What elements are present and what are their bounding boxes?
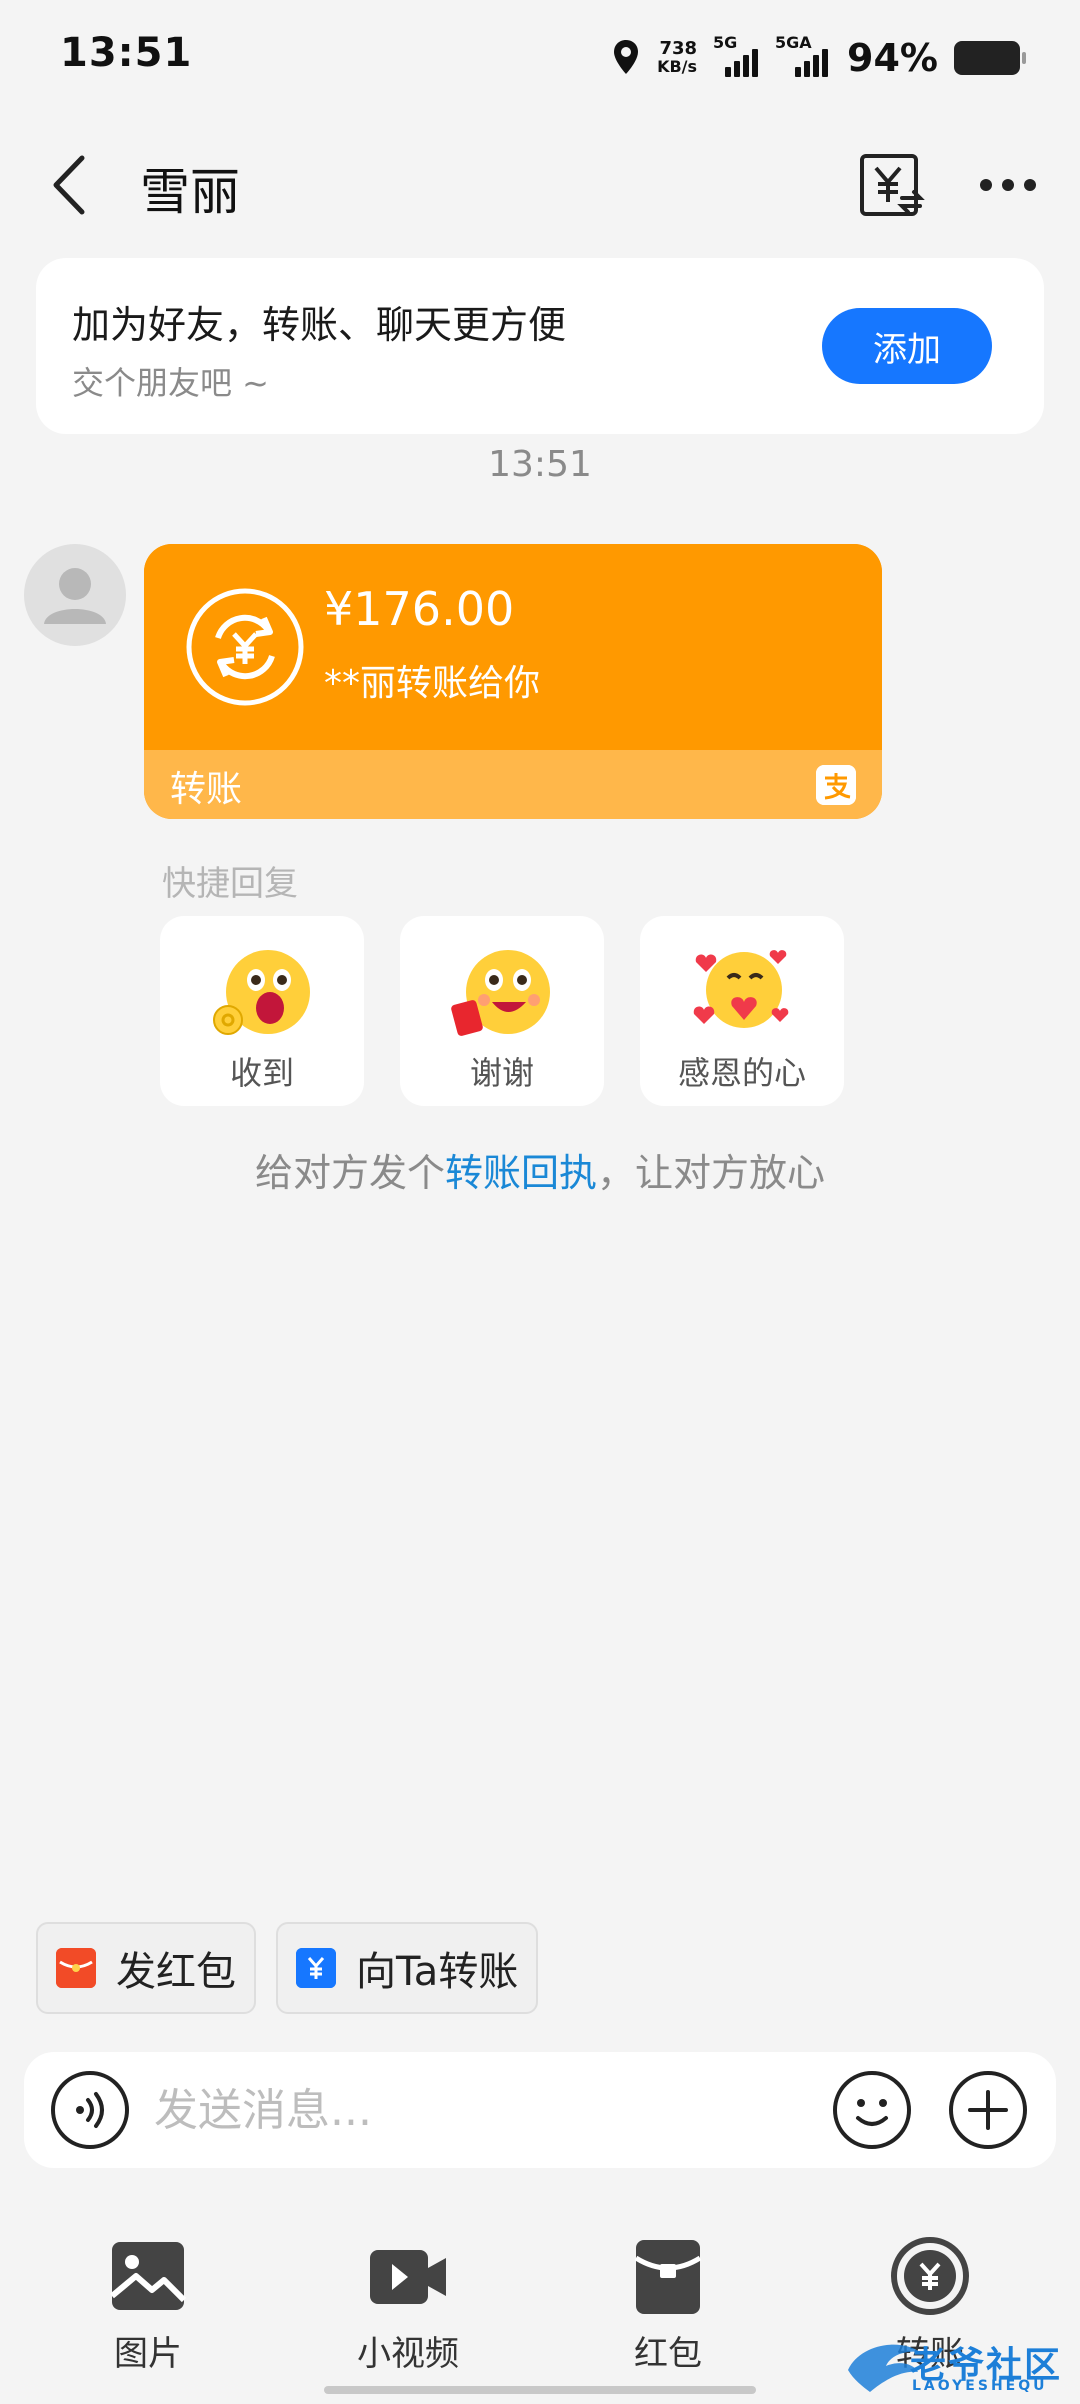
chat-header: 雪丽 — [0, 130, 1080, 240]
transfer-card-footer: 转账 — [144, 750, 882, 819]
status-indicators: 738 KB/s 5G 5GA 94% — [611, 30, 1026, 86]
signal-5ga-label: 5GA — [775, 33, 812, 52]
chat-title: 雪丽 — [140, 163, 240, 221]
add-friend-title: 加为好友，转账、聊天更方便 — [72, 303, 567, 347]
network-speed-unit: KB/s — [657, 57, 698, 76]
signal-5g-icon: 5G — [713, 33, 759, 77]
toolbar-video[interactable]: 小视频 — [308, 2226, 508, 2386]
yuan-exchange-icon[interactable] — [856, 150, 926, 220]
transfer-icon — [891, 2237, 969, 2315]
video-icon — [370, 2250, 446, 2304]
red-packet-icon — [634, 2240, 702, 2314]
transfer-message-card[interactable]: ¥176.00 **丽转账给你 转账 — [144, 544, 882, 819]
send-red-packet-label: 发红包 — [116, 1949, 236, 1995]
toolbar-image[interactable]: 图片 — [48, 2226, 248, 2386]
red-packet-icon — [56, 1948, 96, 1988]
toolbar-label: 图片 — [114, 2334, 182, 2374]
voice-icon[interactable] — [50, 2070, 130, 2150]
transfer-to-user-button[interactable]: 向Ta转账 — [276, 1922, 539, 2014]
chevron-left-icon[interactable] — [40, 150, 100, 220]
quick-reply-thanks[interactable]: 谢谢 — [400, 916, 604, 1106]
home-indicator[interactable] — [324, 2386, 756, 2394]
add-friend-button[interactable]: 添加 — [822, 308, 992, 384]
quick-reply-label: 谢谢 — [469, 1054, 534, 1092]
watermark-subtext: LAOYESHEQU — [912, 2378, 1048, 2394]
transfer-yuan-icon — [296, 1948, 336, 1988]
person-icon — [44, 568, 106, 624]
hearts-hug-emoji — [693, 950, 789, 1028]
transfer-card-body: ¥176.00 **丽转账给你 — [144, 544, 882, 750]
chat-timestamp: 13:51 — [488, 444, 592, 485]
battery-percent: 94% — [847, 36, 938, 80]
signal-5g-label: 5G — [713, 33, 738, 52]
toolbar-red-packet[interactable]: 红包 — [568, 2226, 768, 2386]
receipt-hint-suffix: ，让对方放心 — [597, 1151, 826, 1195]
ok-face-emoji — [213, 950, 310, 1035]
more-dots-icon[interactable] — [976, 165, 1040, 205]
toolbar-label: 小视频 — [357, 2334, 459, 2374]
image-icon — [110, 2242, 187, 2310]
message-input[interactable] — [152, 2074, 792, 2146]
send-red-packet-button[interactable]: 发红包 — [36, 1922, 256, 2014]
transfer-amount: ¥176.00 — [324, 582, 515, 636]
red-envelope-face-emoji — [451, 950, 550, 1036]
emoji-icon[interactable] — [832, 2070, 912, 2150]
status-bar: 13:51 738 KB/s 5G 5GA 94% — [0, 0, 1080, 110]
location-icon — [614, 40, 639, 74]
quick-reply-label: 收到 — [229, 1054, 294, 1092]
status-time: 13:51 — [60, 30, 193, 76]
battery-icon — [954, 41, 1026, 75]
signal-5ga-icon: 5GA — [775, 33, 831, 77]
network-speed: 738 KB/s — [657, 40, 697, 76]
transfer-yuan-icon — [186, 588, 304, 706]
quick-reply-grateful[interactable]: 感恩的心 — [640, 916, 844, 1106]
transfer-receipt-link[interactable]: 转账回执 — [445, 1151, 597, 1195]
transfer-receipt-hint: 给对方发个转账回执，让对方放心 — [0, 1142, 1080, 1197]
plus-icon[interactable] — [948, 2070, 1028, 2150]
message-input-bar — [24, 2052, 1056, 2168]
avatar[interactable] — [24, 544, 126, 646]
transfer-label: 转账 — [170, 769, 243, 810]
quick-reply-label: 感恩的心 — [677, 1054, 806, 1092]
quick-reply-title: 快捷回复 — [162, 864, 298, 904]
quick-reply-received[interactable]: 收到 — [160, 916, 364, 1106]
add-friend-banner: 加为好友，转账、聊天更方便 交个朋友吧 ~ 添加 — [36, 258, 1044, 434]
alipay-logo-icon — [816, 765, 856, 805]
receipt-hint-prefix: 给对方发个 — [254, 1151, 445, 1195]
transfer-to-user-label: 向Ta转账 — [356, 1949, 519, 1995]
network-speed-value: 738 — [659, 38, 698, 59]
transfer-note: **丽转账给你 — [324, 663, 541, 704]
watermark-logo: 老爷社区 LAOYESHEQU — [840, 2330, 1080, 2400]
toolbar-label: 红包 — [634, 2334, 702, 2374]
add-friend-subtitle: 交个朋友吧 ~ — [72, 364, 269, 402]
